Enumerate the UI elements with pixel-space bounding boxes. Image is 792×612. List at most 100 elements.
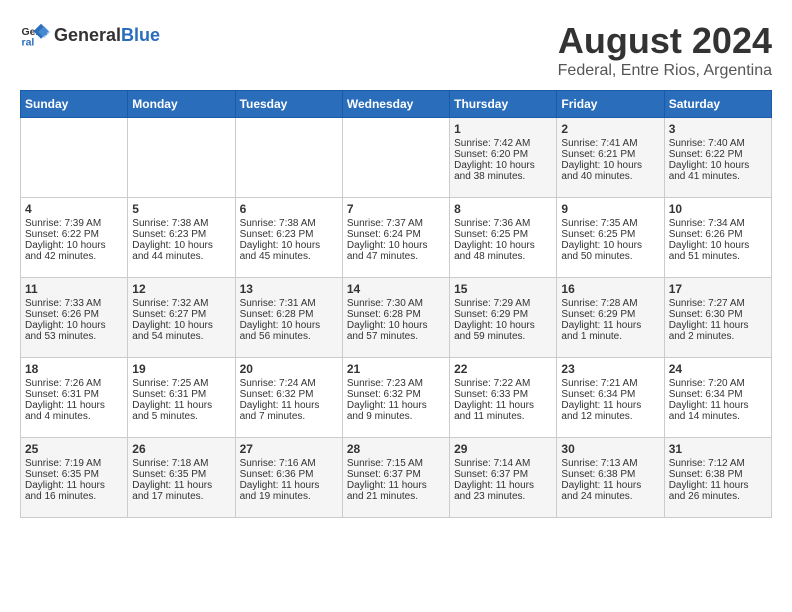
day-number: 31 [669,442,767,456]
cell-info: Sunset: 6:24 PM [347,229,445,240]
calendar-cell [21,118,128,198]
calendar-cell: 19Sunrise: 7:25 AMSunset: 6:31 PMDayligh… [128,358,235,438]
cell-info: Daylight: 10 hours [132,240,230,251]
cell-info: Daylight: 11 hours [240,480,338,491]
cell-info: and 51 minutes. [669,251,767,262]
cell-info: and 9 minutes. [347,411,445,422]
cell-info: Sunrise: 7:26 AM [25,378,123,389]
cell-info: Sunrise: 7:21 AM [561,378,659,389]
calendar-cell: 27Sunrise: 7:16 AMSunset: 6:36 PMDayligh… [235,438,342,518]
cell-info: and 53 minutes. [25,331,123,342]
cell-info: Sunset: 6:34 PM [561,389,659,400]
calendar-week-1: 1Sunrise: 7:42 AMSunset: 6:20 PMDaylight… [21,118,772,198]
cell-info: Daylight: 11 hours [25,480,123,491]
day-number: 12 [132,282,230,296]
day-number: 15 [454,282,552,296]
cell-info: Sunset: 6:26 PM [25,309,123,320]
day-number: 14 [347,282,445,296]
calendar-cell: 5Sunrise: 7:38 AMSunset: 6:23 PMDaylight… [128,198,235,278]
cell-info: Daylight: 11 hours [561,480,659,491]
cell-info: Sunset: 6:20 PM [454,149,552,160]
cell-info: Sunset: 6:25 PM [561,229,659,240]
cell-info: Sunset: 6:23 PM [132,229,230,240]
day-number: 3 [669,122,767,136]
cell-info: Daylight: 11 hours [561,320,659,331]
cell-info: Sunrise: 7:22 AM [454,378,552,389]
day-number: 6 [240,202,338,216]
day-number: 25 [25,442,123,456]
cell-info: Sunset: 6:37 PM [347,469,445,480]
cell-info: and 47 minutes. [347,251,445,262]
cell-info: Sunset: 6:32 PM [347,389,445,400]
cell-info: and 16 minutes. [25,491,123,502]
cell-info: Sunrise: 7:24 AM [240,378,338,389]
cell-info: Sunset: 6:26 PM [669,229,767,240]
cell-info: Daylight: 11 hours [454,480,552,491]
cell-info: Daylight: 10 hours [347,240,445,251]
cell-info: Daylight: 10 hours [669,160,767,171]
calendar-cell: 25Sunrise: 7:19 AMSunset: 6:35 PMDayligh… [21,438,128,518]
days-header-row: SundayMondayTuesdayWednesdayThursdayFrid… [21,91,772,118]
cell-info: Sunset: 6:29 PM [561,309,659,320]
cell-info: Sunrise: 7:38 AM [240,218,338,229]
cell-info: Daylight: 10 hours [454,320,552,331]
day-number: 28 [347,442,445,456]
header: Gene ral General Blue August 2024 Federa… [20,20,772,80]
page-title: August 2024 [558,20,772,62]
cell-info: Sunrise: 7:41 AM [561,138,659,149]
cell-info: Sunset: 6:31 PM [25,389,123,400]
cell-info: Sunset: 6:28 PM [240,309,338,320]
cell-info: Sunset: 6:31 PM [132,389,230,400]
calendar-cell: 11Sunrise: 7:33 AMSunset: 6:26 PMDayligh… [21,278,128,358]
calendar-cell: 18Sunrise: 7:26 AMSunset: 6:31 PMDayligh… [21,358,128,438]
cell-info: and 44 minutes. [132,251,230,262]
cell-info: Sunset: 6:38 PM [669,469,767,480]
cell-info: Sunrise: 7:42 AM [454,138,552,149]
cell-info: and 5 minutes. [132,411,230,422]
day-number: 4 [25,202,123,216]
calendar-cell: 21Sunrise: 7:23 AMSunset: 6:32 PMDayligh… [342,358,449,438]
svg-text:ral: ral [22,37,35,49]
cell-info: Sunrise: 7:36 AM [454,218,552,229]
day-header-wednesday: Wednesday [342,91,449,118]
cell-info: Sunrise: 7:30 AM [347,298,445,309]
day-header-saturday: Saturday [664,91,771,118]
calendar-cell: 23Sunrise: 7:21 AMSunset: 6:34 PMDayligh… [557,358,664,438]
cell-info: Sunrise: 7:15 AM [347,458,445,469]
calendar-cell: 31Sunrise: 7:12 AMSunset: 6:38 PMDayligh… [664,438,771,518]
calendar-cell: 29Sunrise: 7:14 AMSunset: 6:37 PMDayligh… [450,438,557,518]
cell-info: Sunset: 6:28 PM [347,309,445,320]
day-number: 11 [25,282,123,296]
day-number: 2 [561,122,659,136]
cell-info: Sunset: 6:22 PM [25,229,123,240]
calendar-cell: 17Sunrise: 7:27 AMSunset: 6:30 PMDayligh… [664,278,771,358]
calendar-cell: 9Sunrise: 7:35 AMSunset: 6:25 PMDaylight… [557,198,664,278]
day-number: 29 [454,442,552,456]
cell-info: Sunrise: 7:35 AM [561,218,659,229]
cell-info: Sunrise: 7:28 AM [561,298,659,309]
cell-info: and 1 minute. [561,331,659,342]
day-header-thursday: Thursday [450,91,557,118]
calendar-cell: 28 Sunrise: 7:15 AMSunset: 6:37 PMDayligh… [342,438,449,518]
cell-info: and 42 minutes. [25,251,123,262]
cell-info: Daylight: 11 hours [669,400,767,411]
cell-info: Sunset: 6:25 PM [454,229,552,240]
calendar-cell: 10Sunrise: 7:34 AMSunset: 6:26 PMDayligh… [664,198,771,278]
day-number: 16 [561,282,659,296]
cell-info: Daylight: 11 hours [347,480,445,491]
calendar-cell: 6Sunrise: 7:38 AMSunset: 6:23 PMDaylight… [235,198,342,278]
cell-info: Sunset: 6:38 PM [561,469,659,480]
cell-info: Sunset: 6:21 PM [561,149,659,160]
cell-info: Sunrise: 7:27 AM [669,298,767,309]
cell-info: and 38 minutes. [454,171,552,182]
cell-info: Sunset: 6:35 PM [25,469,123,480]
cell-info: and 40 minutes. [561,171,659,182]
cell-info: Daylight: 10 hours [132,320,230,331]
cell-info: Daylight: 10 hours [240,240,338,251]
cell-info: Sunrise: 7:33 AM [25,298,123,309]
cell-info: Sunrise: 7:23 AM [347,378,445,389]
calendar-cell [128,118,235,198]
day-number: 26 [132,442,230,456]
day-number: 20 [240,362,338,376]
cell-info: and 57 minutes. [347,331,445,342]
